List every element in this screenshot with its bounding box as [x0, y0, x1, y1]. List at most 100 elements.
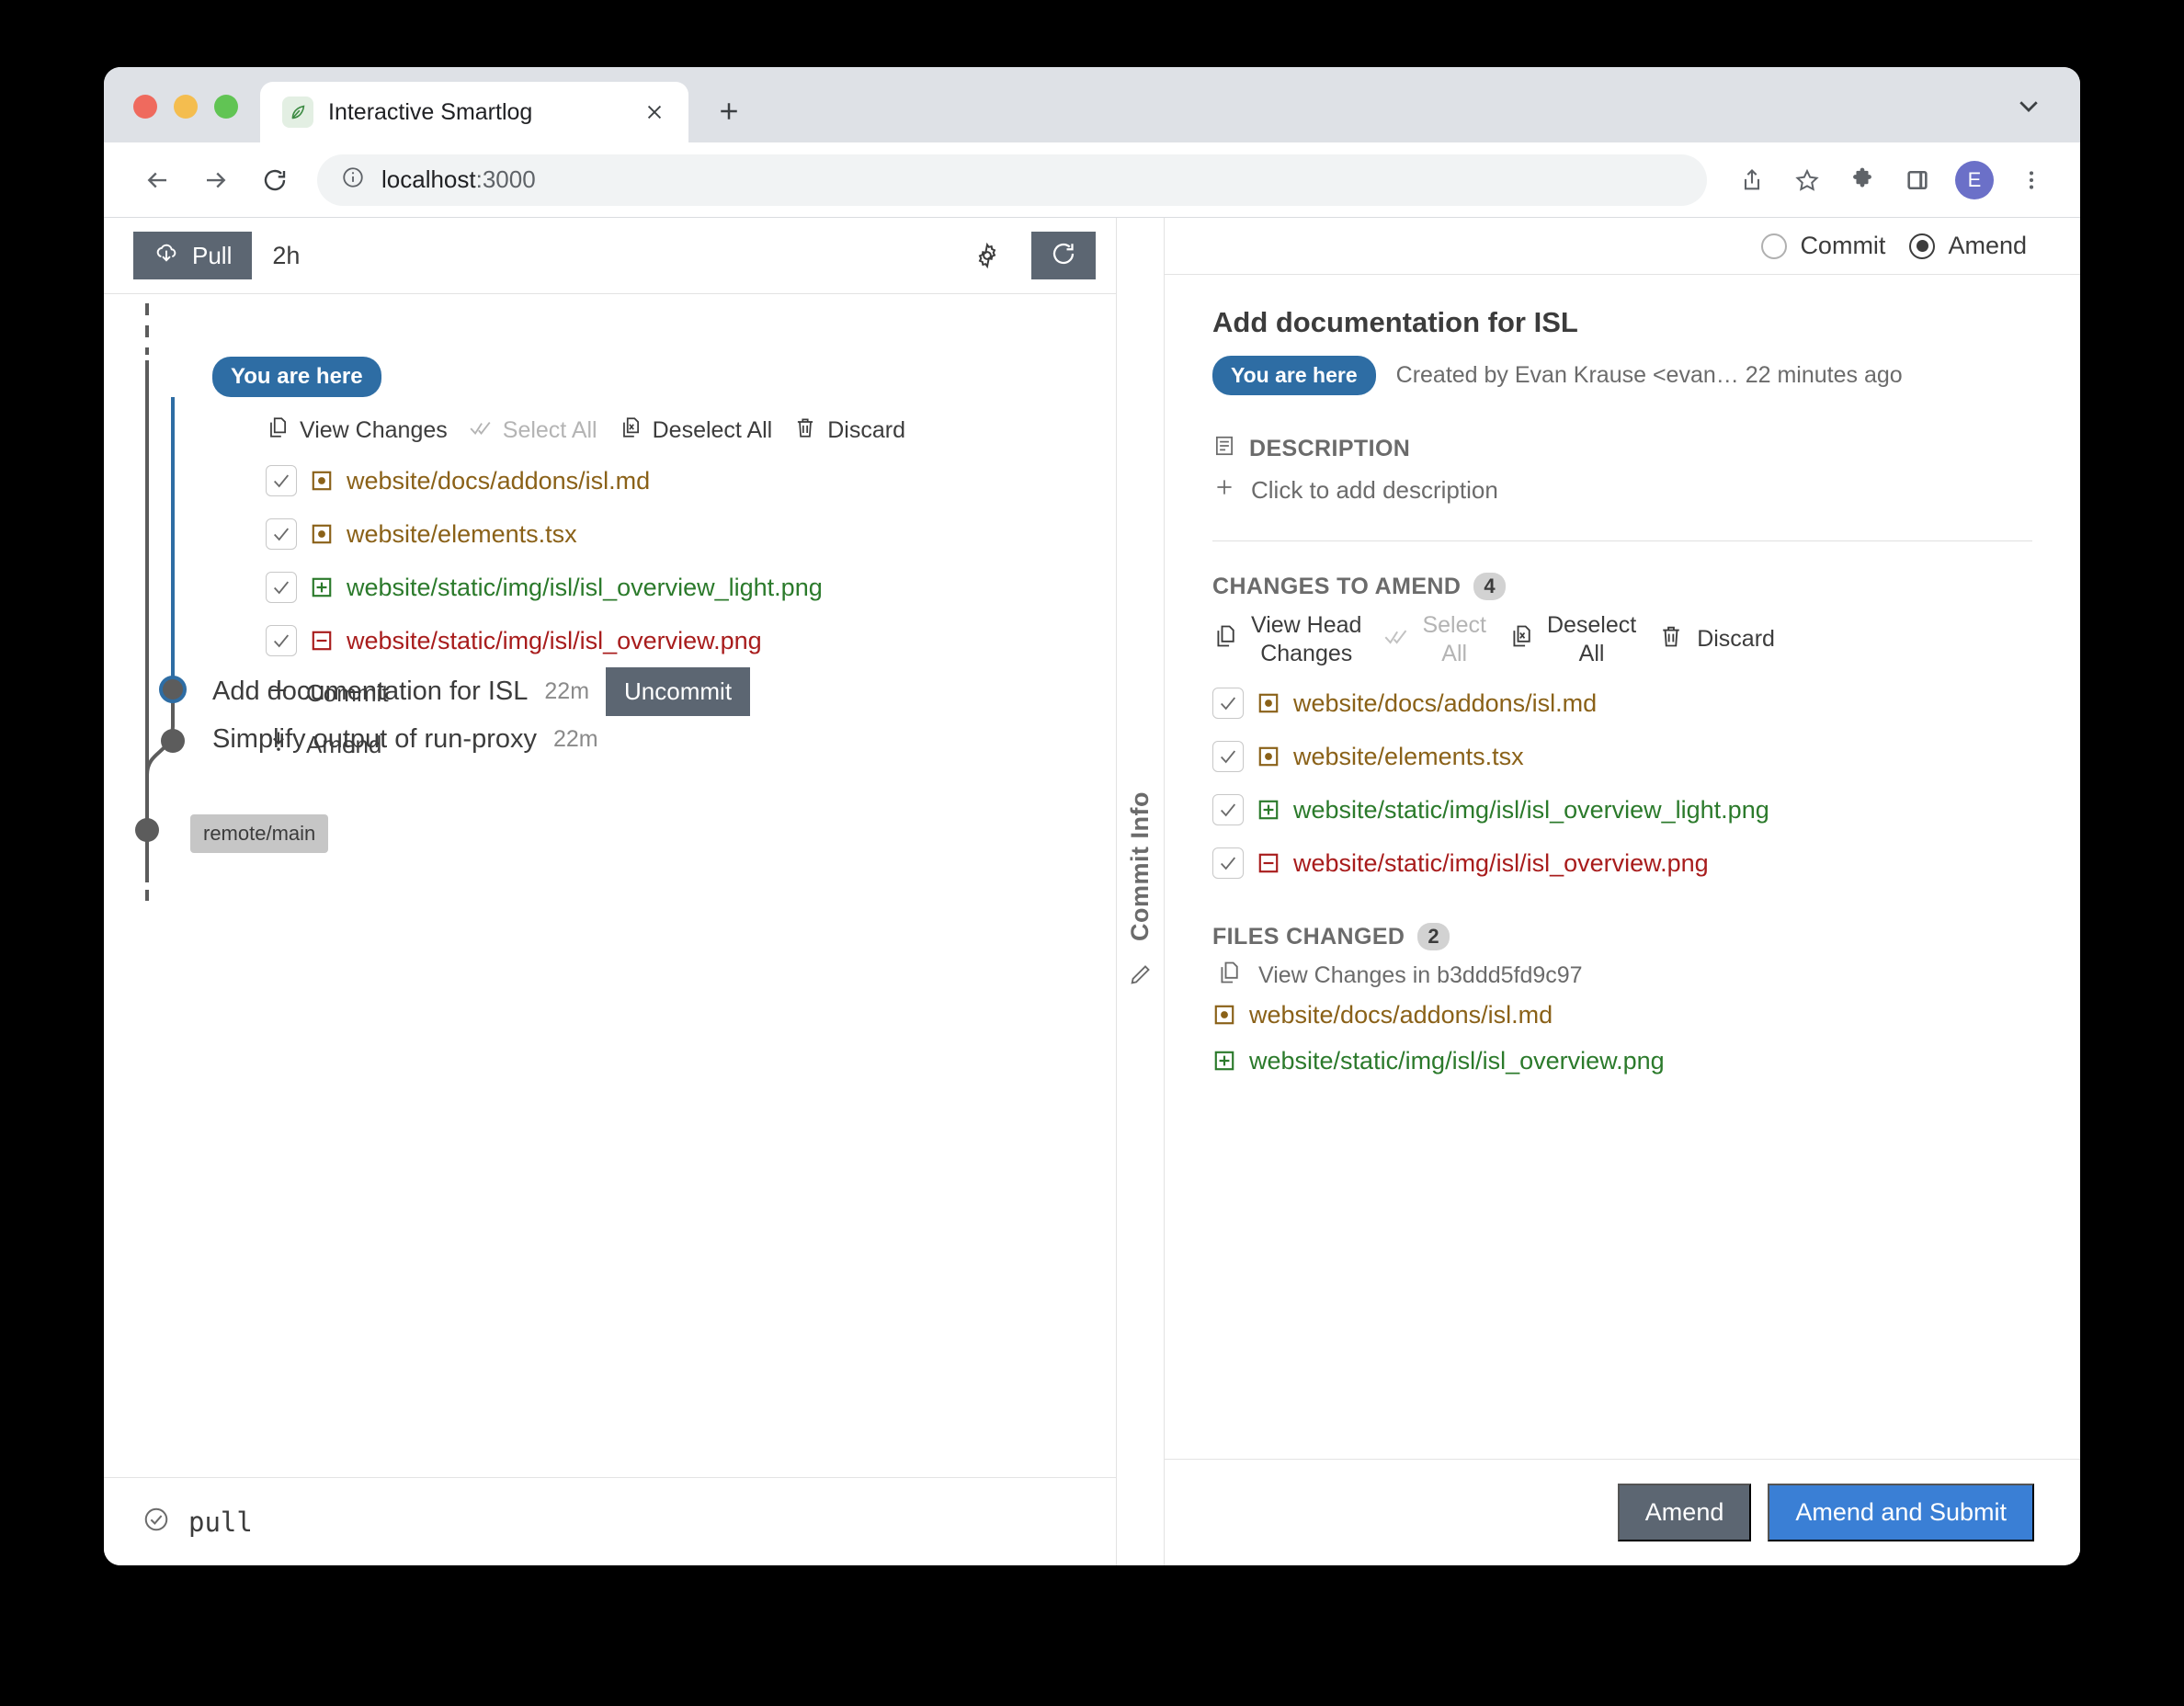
avatar[interactable]: E	[1955, 161, 1994, 199]
file-path: website/static/img/isl/isl_overview.png	[1293, 849, 1709, 878]
trash-icon	[793, 415, 817, 446]
double-check-icon	[469, 415, 493, 446]
star-icon[interactable]	[1782, 155, 1832, 205]
file-checkbox[interactable]	[266, 625, 297, 656]
copy-files-icon	[1216, 960, 1242, 992]
address-bar[interactable]: localhost:3000	[317, 154, 1707, 206]
arrow-right-icon[interactable]	[190, 154, 242, 206]
browser-toolbar-actions: E	[1727, 155, 2056, 205]
smartlog-status-bar: pull	[104, 1477, 1116, 1565]
select-all-action[interactable]: Select All	[469, 415, 609, 446]
trash-icon	[1658, 623, 1684, 655]
close-window-button[interactable]	[133, 95, 157, 119]
changes-file-row[interactable]: website/docs/addons/isl.md	[1212, 677, 2032, 730]
file-checkbox[interactable]	[1212, 688, 1244, 719]
commit-info-drag-handle[interactable]: Commit Info	[1117, 218, 1165, 1565]
view-changes-action[interactable]: View Changes	[266, 415, 460, 446]
minimize-window-button[interactable]	[174, 95, 198, 119]
commit-author-byline: Created by Evan Krause <evan… 22 minutes…	[1396, 362, 1903, 389]
file-checkbox[interactable]	[1212, 794, 1244, 825]
browser-toolbar: localhost:3000	[104, 142, 2080, 218]
deselect-all-action[interactable]: Deselect All	[1508, 611, 1653, 667]
select-all-action[interactable]: Select All	[1383, 611, 1502, 667]
file-checkbox[interactable]	[266, 518, 297, 550]
files-changed-row[interactable]: website/static/img/isl/isl_overview.png	[1212, 1038, 2032, 1084]
plus-icon[interactable]	[709, 91, 749, 131]
select-all-label: Select All	[503, 417, 597, 444]
file-path: website/docs/addons/isl.md	[1249, 1001, 1553, 1029]
pencil-icon	[1128, 961, 1154, 992]
file-checkbox[interactable]	[266, 572, 297, 603]
view-changes-in-commit-action[interactable]: View Changes in b3ddd5fd9c97	[1212, 960, 2032, 992]
label-line-2: All	[1579, 641, 1605, 666]
puzzle-piece-icon[interactable]	[1837, 155, 1887, 205]
changes-to-amend-section: CHANGES TO AMEND 4 View Head	[1212, 573, 2032, 890]
chevron-down-icon[interactable]	[2010, 87, 2047, 124]
file-checkbox[interactable]	[266, 465, 297, 496]
changes-count-badge: 4	[1473, 573, 1506, 600]
changes-file-row[interactable]: website/static/img/isl/isl_overview.png	[1212, 836, 2032, 890]
info-circle-icon[interactable]	[341, 165, 365, 194]
mode-radio-commit[interactable]: Commit	[1761, 232, 1885, 260]
file-checkbox[interactable]	[1212, 847, 1244, 879]
deselect-icon	[619, 415, 643, 446]
browser-window: Interactive Smartlog	[104, 67, 2080, 1565]
label-line-1: Select	[1422, 612, 1485, 638]
file-path: website/static/img/isl/isl_overview.png	[347, 627, 762, 655]
view-head-changes-label: View Head Changes	[1251, 611, 1361, 667]
description-section-label: DESCRIPTION	[1212, 434, 2032, 464]
side-panel-icon[interactable]	[1893, 155, 1942, 205]
commit-info-footer: Amend Amend and Submit	[1165, 1459, 2080, 1565]
pull-button[interactable]: Pull	[133, 232, 252, 279]
uncommitted-file-row[interactable]: website/static/img/isl/isl_overview.png	[266, 614, 1075, 667]
pull-button-label: Pull	[192, 242, 232, 270]
uncommitted-file-row[interactable]: website/static/img/isl/isl_overview_ligh…	[266, 561, 1075, 614]
mode-radio-amend-label: Amend	[1948, 232, 2027, 260]
changes-file-list: website/docs/addons/isl.md website/eleme…	[1212, 677, 2032, 890]
remote-bookmark-badge: remote/main	[190, 814, 328, 853]
file-path: website/elements.tsx	[1293, 743, 1524, 771]
file-checkbox[interactable]	[1212, 741, 1244, 772]
uncommitted-file-row[interactable]: website/docs/addons/isl.md	[266, 454, 1075, 507]
add-description-button[interactable]: Click to add description	[1212, 475, 2032, 506]
maximize-window-button[interactable]	[214, 95, 238, 119]
address-bar-url: localhost:3000	[381, 165, 536, 194]
discard-action[interactable]: Discard	[793, 415, 917, 446]
files-changed-row[interactable]: website/docs/addons/isl.md	[1212, 992, 2032, 1038]
uncommitted-file-row[interactable]: website/elements.tsx	[266, 507, 1075, 561]
arrow-left-icon[interactable]	[131, 154, 183, 206]
status-command-text: pull	[188, 1507, 253, 1538]
share-icon[interactable]	[1727, 155, 1777, 205]
uncommit-button[interactable]: Uncommit	[606, 667, 750, 716]
amend-button[interactable]: Amend	[1618, 1484, 1752, 1541]
copy-files-icon	[1212, 623, 1238, 655]
reload-icon[interactable]	[249, 154, 301, 206]
changes-file-row[interactable]: website/elements.tsx	[1212, 730, 2032, 783]
divider-line	[1212, 540, 2032, 541]
commit-row[interactable]: Simplify output of run-proxy 22m	[212, 724, 598, 755]
refresh-button[interactable]	[1031, 232, 1096, 279]
status-modified-icon	[1257, 745, 1280, 768]
view-head-changes-action[interactable]: View Head Changes	[1212, 611, 1378, 667]
discard-action[interactable]: Discard	[1658, 623, 1792, 655]
changes-file-row[interactable]: website/static/img/isl/isl_overview_ligh…	[1212, 783, 2032, 836]
discard-label: Discard	[827, 417, 905, 444]
browser-tab-title: Interactive Smartlog	[328, 99, 624, 126]
status-removed-icon	[310, 629, 334, 653]
three-dots-vertical-icon[interactable]	[2007, 155, 2056, 205]
smartlog-graph: You are here View Changes	[104, 293, 1116, 1477]
app-body: Pull 2h	[104, 218, 2080, 1565]
browser-tab[interactable]: Interactive Smartlog	[260, 82, 688, 142]
commit-mode-toggle: Commit Amend	[1165, 218, 2080, 275]
deselect-all-action[interactable]: Deselect All	[619, 415, 785, 446]
status-modified-icon	[310, 469, 334, 493]
mode-radio-amend[interactable]: Amend	[1909, 232, 2027, 260]
gear-icon[interactable]	[963, 232, 1011, 279]
amend-and-submit-button[interactable]: Amend and Submit	[1768, 1484, 2034, 1541]
remote-bookmark-row[interactable]: remote/main	[190, 814, 328, 853]
discard-label: Discard	[1697, 625, 1775, 654]
commit-row[interactable]: Add documentation for ISL 22m Uncommit	[212, 667, 750, 716]
commit-byline-row: You are here Created by Evan Krause <eva…	[1212, 356, 2032, 395]
close-icon[interactable]	[639, 97, 670, 128]
deselect-all-label: Deselect All	[1547, 611, 1636, 667]
